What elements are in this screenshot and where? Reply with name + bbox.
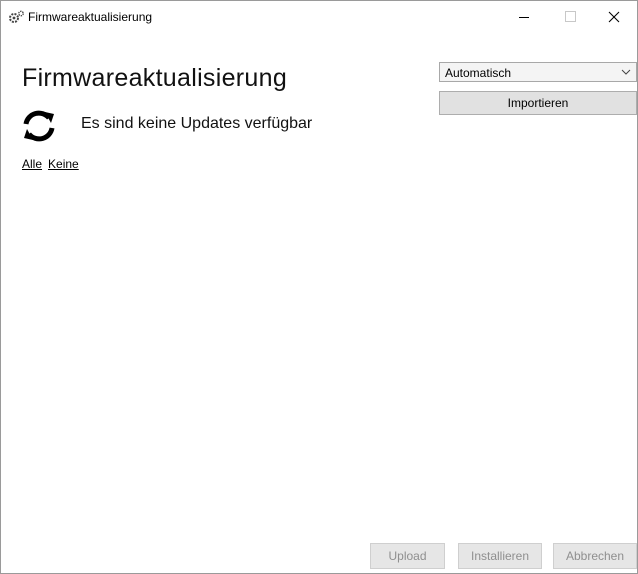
import-button[interactable]: Importieren (439, 91, 637, 115)
mode-select[interactable]: Automatisch (439, 62, 637, 82)
maximize-icon (564, 11, 576, 22)
minimize-icon (519, 16, 529, 18)
chevron-down-icon (621, 64, 631, 83)
upload-button[interactable]: Upload (370, 543, 445, 569)
refresh-icon (23, 110, 55, 142)
selection-links: Alle Keine (22, 157, 85, 171)
minimize-button[interactable] (501, 1, 547, 32)
status-message: Es sind keine Updates verfügbar (81, 115, 313, 132)
page-title: Firmwareaktualisierung (22, 64, 288, 92)
maximize-button[interactable] (547, 1, 593, 32)
firmware-update-window: Firmwareaktualisierung Firmwareaktualisi… (0, 0, 638, 574)
select-all-link[interactable]: Alle (22, 157, 42, 171)
cancel-button[interactable]: Abbrechen (553, 543, 637, 569)
select-none-link[interactable]: Keine (48, 157, 79, 171)
close-button[interactable] (591, 1, 637, 32)
gears-icon (9, 10, 24, 23)
mode-select-value: Automatisch (445, 66, 512, 80)
close-icon (608, 11, 620, 22)
window-title: Firmwareaktualisierung (28, 10, 153, 24)
install-button[interactable]: Installieren (458, 543, 542, 569)
title-bar[interactable]: Firmwareaktualisierung (1, 1, 637, 32)
